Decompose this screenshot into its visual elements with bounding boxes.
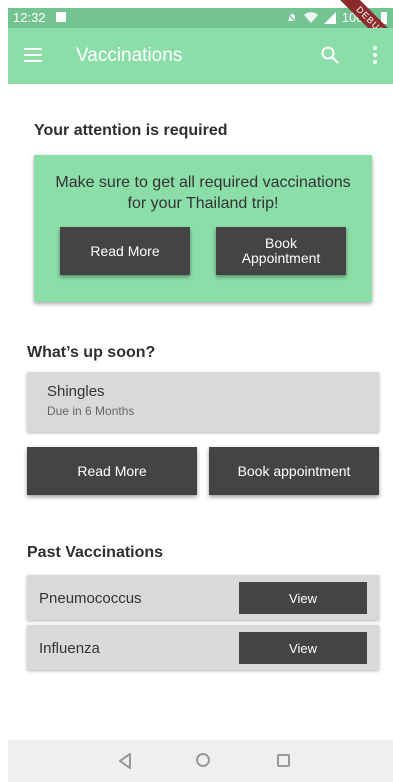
recents-icon[interactable] xyxy=(277,754,290,767)
attention-card: Make sure to get all required vaccinatio… xyxy=(34,155,372,302)
menu-icon[interactable] xyxy=(24,48,42,62)
upcoming-due: Due in 6 Months xyxy=(47,404,135,418)
list-item: Influenza View xyxy=(27,625,379,670)
past-item-name: Pneumococcus xyxy=(39,590,142,607)
upcoming-card[interactable]: Shingles Due in 6 Months xyxy=(27,372,379,432)
more-vert-icon[interactable] xyxy=(373,46,377,67)
app-bar: Vaccinations xyxy=(8,28,393,84)
view-button[interactable]: View xyxy=(239,582,367,614)
attention-heading: Your attention is required xyxy=(34,122,228,139)
page-title: Vaccinations xyxy=(76,45,183,66)
system-nav-bar xyxy=(8,740,393,782)
search-icon[interactable] xyxy=(321,46,339,64)
notification-icon xyxy=(56,12,66,22)
past-item-name: Influenza xyxy=(39,640,100,657)
upcoming-name: Shingles xyxy=(47,383,105,400)
back-icon[interactable] xyxy=(118,753,132,769)
attention-book-appointment-button[interactable]: Book Appointment xyxy=(216,227,346,275)
past-heading: Past Vaccinations xyxy=(27,544,164,561)
attention-message: Make sure to get all required vaccinatio… xyxy=(55,174,351,212)
home-icon[interactable] xyxy=(196,753,210,767)
attention-read-more-button[interactable]: Read More xyxy=(60,227,190,275)
list-item: Pneumococcus View xyxy=(27,575,379,620)
upcoming-book-appointment-button[interactable]: Book appointment xyxy=(209,447,379,495)
status-bar: 12:32 100% DEBUG xyxy=(8,0,393,62)
status-time: 12:32 xyxy=(13,10,46,25)
mute-icon xyxy=(286,11,298,24)
wifi-icon xyxy=(303,11,318,23)
signal-icon xyxy=(323,11,336,24)
upcoming-heading: What’s up soon? xyxy=(27,344,156,361)
view-button[interactable]: View xyxy=(239,632,367,664)
upcoming-read-more-button[interactable]: Read More xyxy=(27,447,197,495)
